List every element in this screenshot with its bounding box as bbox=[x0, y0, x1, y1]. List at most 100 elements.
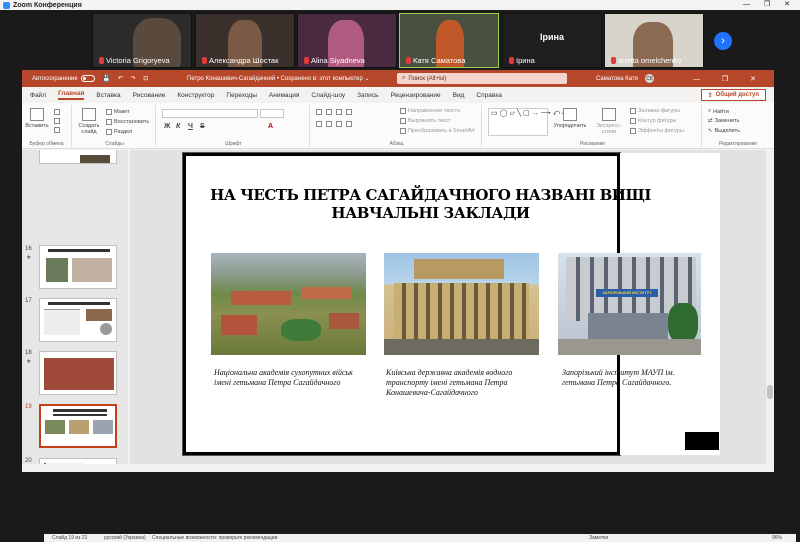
notes-button[interactable]: Заметки bbox=[589, 535, 608, 541]
tab-home[interactable]: Главная bbox=[57, 90, 85, 100]
align-left-icon[interactable] bbox=[316, 121, 322, 127]
group-paragraph: Направление текста Выровнять текст Преоб… bbox=[312, 105, 482, 147]
shape-outline-button[interactable]: Контур фигуры bbox=[630, 118, 676, 124]
slide-title[interactable]: НА ЧЕСТЬ ПЕТРА САГАЙДАЧНОГО НАЗВАНІ ВИЩІ… bbox=[188, 186, 673, 222]
tab-draw[interactable]: Рисование bbox=[133, 92, 166, 99]
zoom-window-title: Zoom Конференция bbox=[13, 1, 82, 9]
indent-icon[interactable] bbox=[336, 109, 342, 115]
smartart-button[interactable]: Преобразовать в SmartArt bbox=[400, 128, 475, 134]
participant-tile[interactable]: Ірина Ірина bbox=[502, 13, 602, 68]
caption-water-transport-academy[interactable]: Київська державна академія водного транс… bbox=[386, 368, 546, 398]
document-title[interactable]: Петро Конашевич-Сагайдачний • Сохранено … bbox=[187, 75, 370, 82]
underline-button[interactable]: Ч bbox=[188, 123, 193, 130]
bold-button[interactable]: Ж bbox=[164, 123, 170, 130]
quick-access-toolbar[interactable]: 💾 ↶ ↷ ⊡ bbox=[103, 75, 152, 82]
participant-name: Катя Саматова bbox=[413, 56, 466, 65]
participant-tile-active[interactable]: Катя Саматова bbox=[399, 13, 499, 68]
shape-effects-icon bbox=[630, 128, 636, 134]
quick-styles-icon bbox=[602, 108, 616, 121]
tab-view[interactable]: Вид bbox=[453, 92, 465, 99]
strikethrough-button[interactable]: S bbox=[200, 123, 205, 130]
tab-design[interactable]: Конструктор bbox=[177, 92, 214, 99]
next-page-icon[interactable]: › bbox=[714, 32, 732, 50]
participant-tile[interactable]: Александра Шостак bbox=[195, 13, 295, 68]
shapes-gallery[interactable]: ▭◯▱╲▢→⟶⤺{☆ bbox=[488, 108, 573, 136]
water-transport-academy-photo[interactable] bbox=[384, 253, 539, 355]
zoom-level[interactable]: 96% bbox=[772, 535, 782, 541]
caption-academy-land-forces[interactable]: Національна академія сухопутних військ і… bbox=[214, 368, 364, 388]
autosave-toggle[interactable] bbox=[80, 75, 95, 82]
paste-button[interactable]: Вставить bbox=[25, 108, 49, 129]
slide-thumbnails-panel: 16 ★ 17 18 ★ 19 20 bbox=[22, 150, 128, 464]
accessibility-status[interactable]: Специальные возможности: проверьте реком… bbox=[152, 535, 277, 541]
replace-button[interactable]: ⇄ Заменить bbox=[708, 118, 739, 124]
muted-mic-icon bbox=[99, 57, 104, 64]
shape-fill-button[interactable]: Заливка фигуры bbox=[630, 108, 680, 114]
font-name-field[interactable] bbox=[162, 109, 258, 118]
section-button[interactable]: Раздел bbox=[106, 129, 132, 135]
shape-effects-button[interactable]: Эффекты фигуры bbox=[630, 128, 684, 134]
slide-thumbnail[interactable] bbox=[39, 245, 117, 289]
participant-name: Alina Siyadneva bbox=[311, 56, 365, 65]
tab-animations[interactable]: Анимация bbox=[269, 92, 300, 99]
caption-maup-institute[interactable]: Запорізький інститут МАУП ім. гетьмана П… bbox=[562, 368, 702, 388]
slide-thumbnail[interactable] bbox=[39, 351, 117, 395]
slide-thumbnail[interactable] bbox=[39, 298, 117, 342]
italic-button[interactable]: К bbox=[176, 123, 180, 130]
participant-tile[interactable]: Victoria Grigoryeva bbox=[92, 13, 192, 68]
cut-icon[interactable] bbox=[54, 109, 60, 115]
institute-building-photo[interactable]: ЗАПОРІЗЬКИЙ ІНСТИТУТ bbox=[558, 253, 701, 355]
search-box[interactable]: ⌕ Поиск (Alt+Ы) bbox=[397, 73, 567, 84]
quick-styles-button[interactable]: Экспресс-стили bbox=[592, 108, 626, 135]
font-color-button[interactable]: A bbox=[268, 123, 273, 130]
academy-aerial-photo[interactable] bbox=[211, 253, 366, 355]
select-button[interactable]: ↖ Выделить bbox=[708, 128, 740, 134]
tab-slideshow[interactable]: Слайд-шоу bbox=[311, 92, 345, 99]
numbering-icon[interactable] bbox=[326, 109, 332, 115]
line-spacing-icon[interactable] bbox=[346, 109, 352, 115]
tab-help[interactable]: Справка bbox=[476, 92, 502, 99]
text-direction-icon bbox=[400, 108, 406, 114]
find-button[interactable]: ⌕ Найти bbox=[708, 108, 729, 115]
thumbnail-number: 18 bbox=[25, 350, 32, 356]
new-slide-button[interactable]: Создать слайд bbox=[76, 108, 102, 135]
vertical-scrollbar[interactable] bbox=[766, 150, 774, 464]
font-size-field[interactable] bbox=[260, 109, 284, 118]
clipboard-group-label: Буфер обмена bbox=[29, 141, 64, 147]
thumbnail-number: 16 bbox=[25, 246, 32, 252]
format-painter-icon[interactable] bbox=[54, 127, 60, 133]
institute-sign: ЗАПОРІЗЬКИЙ ІНСТИТУТ bbox=[596, 289, 658, 297]
justify-icon[interactable] bbox=[346, 121, 352, 127]
share-button[interactable]: ⇪ Общий доступ bbox=[700, 89, 766, 101]
copy-icon[interactable] bbox=[54, 118, 60, 124]
bullets-icon[interactable] bbox=[316, 109, 322, 115]
text-direction-button[interactable]: Направление текста bbox=[400, 108, 460, 114]
slide-thumbnail[interactable] bbox=[39, 150, 117, 164]
participant-tile[interactable]: anetta omelchenko bbox=[604, 13, 704, 68]
group-clipboard: Вставить Буфер обмена bbox=[22, 105, 72, 147]
tab-record[interactable]: Запись bbox=[357, 92, 378, 99]
powerpoint-window-controls[interactable]: — ❐ ✕ bbox=[693, 75, 766, 83]
align-text-button[interactable]: Выровнять текст bbox=[400, 118, 451, 124]
tab-transitions[interactable]: Переходы bbox=[226, 92, 257, 99]
scrollbar-thumb[interactable] bbox=[767, 385, 773, 399]
align-center-icon[interactable] bbox=[326, 121, 332, 127]
slide-thumbnail[interactable] bbox=[39, 458, 117, 464]
autosave-label: Автосохранение bbox=[32, 75, 78, 82]
zoom-window-controls[interactable]: — ❐ ✕ bbox=[743, 0, 796, 8]
layout-button[interactable]: Макет bbox=[106, 109, 130, 115]
slide-thumbnail-selected[interactable] bbox=[39, 404, 117, 448]
reset-button[interactable]: Восстановить bbox=[106, 119, 149, 125]
language-indicator[interactable]: русский (Украина) bbox=[104, 535, 146, 541]
user-avatar[interactable]: СК bbox=[645, 74, 654, 83]
align-right-icon[interactable] bbox=[336, 121, 342, 127]
share-label: Общий доступ bbox=[715, 92, 759, 98]
status-bar: Слайд 19 из 21 русский (Украина) Специал… bbox=[44, 534, 796, 542]
participant-tile[interactable]: Alina Siyadneva bbox=[297, 13, 397, 68]
arrange-button[interactable]: Упорядочить bbox=[552, 108, 588, 129]
tab-insert[interactable]: Вставка bbox=[96, 92, 120, 99]
slide-corner-box bbox=[685, 432, 719, 450]
tab-file[interactable]: Файл bbox=[30, 92, 46, 99]
tab-review[interactable]: Рецензирование bbox=[390, 92, 440, 99]
user-name[interactable]: Саматова Катя bbox=[596, 76, 638, 82]
